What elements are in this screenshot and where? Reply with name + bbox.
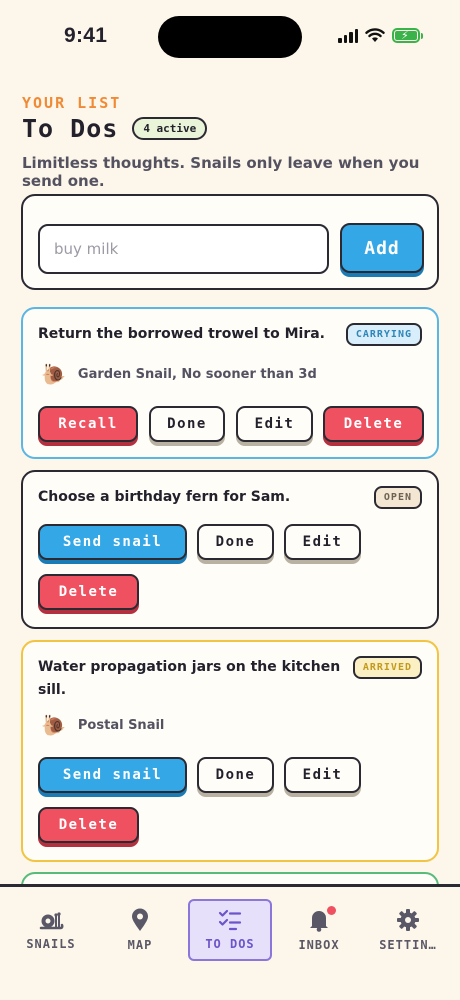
- todo-text-line: Water propagation jars on the kitchen: [38, 659, 341, 675]
- map-pin-icon: [132, 908, 148, 931]
- page-subtitle: Limitless thoughts. Snails only leave wh…: [22, 154, 420, 190]
- add-button[interactable]: Add: [340, 223, 424, 273]
- status-time: 9:41: [64, 24, 108, 47]
- tab-to-dos[interactable]: TO DOS: [188, 899, 272, 961]
- snail-label: Postal Snail: [77, 717, 165, 733]
- add-todo-card: Add: [21, 194, 439, 290]
- new-todo-input[interactable]: [38, 224, 329, 274]
- todo-text: Water propagation jars on the kitchen si…: [38, 656, 340, 702]
- snail-icon: 🐌: [41, 362, 66, 386]
- snail-info: 🐌 Postal Snail: [41, 713, 164, 737]
- done-button[interactable]: Done: [197, 757, 274, 793]
- wifi-icon: [365, 28, 385, 42]
- tab-snails[interactable]: SNAILS: [9, 899, 93, 961]
- snail-info: 🐌 Garden Snail, No sooner than 3d: [41, 362, 317, 386]
- tab-label: SNAILS: [26, 937, 76, 951]
- todo-text: Choose a birthday fern for Sam.: [38, 489, 291, 505]
- status-badge: ARRIVED: [352, 656, 422, 679]
- delete-button[interactable]: Delete: [38, 807, 139, 843]
- tab-label: MAP: [127, 938, 153, 952]
- dynamic-island: [158, 16, 302, 58]
- todo-text: Return the borrowed trowel to Mira.: [38, 326, 325, 342]
- tab-bar: SNAILS MAP TO DOS INBOX SETTIN…: [0, 884, 460, 1000]
- gear-icon: [397, 909, 419, 931]
- snail-icon: 🐌: [41, 713, 66, 737]
- title-row: To Dos 4 active: [22, 114, 208, 143]
- recall-button[interactable]: Recall: [38, 406, 138, 442]
- cellular-signal-icon: [338, 28, 358, 43]
- edit-button[interactable]: Edit: [284, 524, 361, 560]
- done-button[interactable]: Done: [197, 524, 274, 560]
- snail-icon: [39, 912, 64, 930]
- tab-inbox[interactable]: INBOX: [277, 899, 361, 961]
- tab-label: TO DOS: [205, 937, 255, 951]
- tab-label: SETTIN…: [379, 938, 437, 952]
- todo-text-line: sill.: [38, 682, 67, 698]
- checklist-icon: [218, 909, 242, 931]
- edit-button[interactable]: Edit: [236, 406, 313, 442]
- send-snail-button[interactable]: Send snail: [38, 524, 187, 560]
- status-badge: OPEN: [373, 486, 422, 509]
- page-title: To Dos: [22, 114, 119, 143]
- battery-charging-icon: ⚡: [392, 28, 423, 43]
- tab-settings[interactable]: SETTIN…: [366, 899, 450, 961]
- edit-button[interactable]: Edit: [284, 757, 361, 793]
- todo-card: Choose a birthday fern for Sam. OPEN Sen…: [21, 470, 439, 629]
- notification-dot: [327, 906, 336, 915]
- delete-button[interactable]: Delete: [323, 406, 424, 442]
- status-badge: CARRYING: [345, 323, 422, 346]
- status-bar: 9:41 ⚡: [0, 0, 460, 76]
- todo-card: Water propagation jars on the kitchen si…: [21, 640, 439, 862]
- done-button[interactable]: Done: [149, 406, 225, 442]
- tab-map[interactable]: MAP: [98, 899, 182, 961]
- delete-button[interactable]: Delete: [38, 574, 139, 610]
- send-snail-button[interactable]: Send snail: [38, 757, 187, 793]
- status-icons: ⚡: [338, 28, 423, 43]
- tab-label: INBOX: [298, 938, 340, 952]
- eyebrow-label: YOUR LIST: [22, 94, 122, 112]
- active-count-badge: 4 active: [132, 117, 208, 140]
- snail-label: Garden Snail, No sooner than 3d: [77, 366, 317, 382]
- todo-card: Return the borrowed trowel to Mira. CARR…: [21, 307, 439, 459]
